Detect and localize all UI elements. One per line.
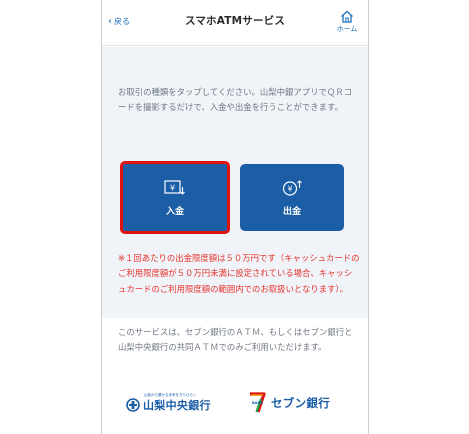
yamanashi-tagline: 山梨から豊かな未来をきりひらく bbox=[144, 393, 197, 397]
seven-bank-emblem-icon: BANK bbox=[250, 392, 266, 413]
seven-bank-name: セブン銀行 bbox=[271, 396, 330, 410]
deposit-label: 入金 bbox=[165, 206, 184, 217]
svg-text:¥: ¥ bbox=[287, 184, 292, 193]
app-header: ‹ 戻る スマホATMサービス ホーム bbox=[102, 0, 368, 46]
withdraw-label: 出金 bbox=[282, 206, 301, 217]
yamanashi-emblem-icon bbox=[126, 398, 140, 412]
yamanashi-chuo-bank-logo: 山梨から豊かな未来をきりひらく 山梨中央銀行 bbox=[126, 393, 211, 413]
intro-text: お取引の種類をタップしてください。山梨中銀アプリでＱＲコードを撮影するだけで、入… bbox=[118, 87, 352, 112]
seven-bank-logo: BANK セブン銀行 bbox=[247, 391, 330, 415]
yamanashi-bank-name: 山梨中央銀行 bbox=[143, 399, 211, 412]
phone-screen: ‹ 戻る スマホATMサービス ホーム お取引の種類をタップしてください。山梨中… bbox=[101, 0, 369, 434]
main-content: お取引の種類をタップしてください。山梨中銀アプリでＱＲコードを撮影するだけで、入… bbox=[102, 47, 368, 434]
svg-text:¥: ¥ bbox=[170, 183, 175, 192]
page-title: スマホATMサービス bbox=[184, 15, 286, 27]
home-button[interactable]: ホーム bbox=[334, 10, 360, 34]
home-icon bbox=[341, 10, 353, 23]
deposit-button[interactable]: ¥ 入金 bbox=[120, 161, 230, 234]
withdrawal-limit-notice: ※１回あたりの出金限度額は５０万円です（キャッシュカードのご利用限度額が５０万円… bbox=[118, 253, 360, 294]
seven-mark-text: BANK bbox=[252, 401, 263, 405]
deposit-yen-icon: ¥ bbox=[164, 179, 185, 195]
home-label: ホーム bbox=[336, 25, 358, 33]
withdraw-button[interactable]: ¥ 出金 bbox=[240, 164, 344, 231]
service-availability-text: このサービスは、セブン銀行のＡＴＭ、もしくはセブン銀行と山梨中央銀行の共同ＡＴＭ… bbox=[118, 327, 353, 353]
withdraw-yen-icon: ¥ bbox=[282, 179, 302, 196]
